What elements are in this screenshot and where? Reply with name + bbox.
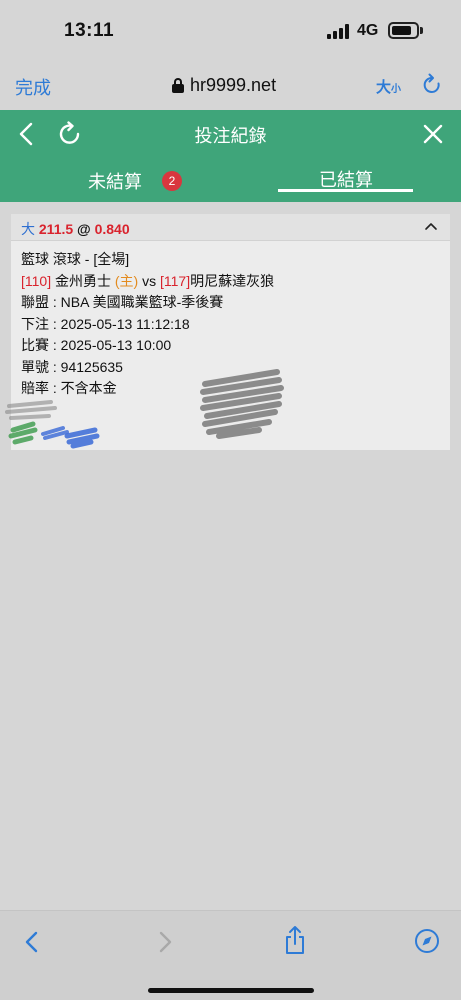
vs-text: vs [142, 272, 157, 289]
home-code: [110] [21, 272, 52, 289]
bet-line: 211.5 [38, 221, 74, 237]
bet-record-card: 大 211.5 @ 0.840 籃球 滾球 - [全場] [110] 金州勇士 … [5, 214, 450, 450]
league-row: 聯盟 : NBA 美國職業籃球-季後賽 [21, 292, 441, 314]
tab-unsettled[interactable]: 未結算 2 [40, 158, 220, 202]
status-bar: 13:11 4G [0, 0, 461, 62]
url-field[interactable]: hr9999.net [172, 73, 276, 97]
text-size-big: 大 [376, 79, 392, 96]
bet-time-row: 下注 : 2025-05-13 11:12:18 [21, 314, 441, 336]
sport-row: 籃球 滾球 - [全場] [21, 251, 130, 267]
page-title: 投注紀錄 [194, 126, 267, 146]
match-time-label: 比賽 : [21, 337, 61, 353]
close-icon[interactable] [420, 120, 446, 148]
text-size-small: 小 [391, 84, 402, 95]
status-time: 13:11 [64, 20, 115, 41]
at-symbol: @ [77, 221, 91, 237]
away-code: [117] [160, 272, 191, 289]
away-team: 明尼蘇達灰狼 [190, 272, 275, 289]
text-size-button[interactable]: 大小 [376, 76, 401, 97]
nav-back-icon[interactable] [22, 929, 42, 955]
share-icon[interactable] [283, 925, 307, 955]
active-tab-indicator [278, 189, 413, 192]
bet-summary: 大 211.5 @ 0.840 [21, 219, 130, 239]
ticket-label: 單號 : [21, 358, 61, 375]
bet-time-value: 2025-05-13 11:12:18 [60, 315, 190, 332]
chevron-up-icon[interactable] [424, 220, 438, 232]
battery-cap [420, 27, 423, 34]
redaction-scribble-right [200, 369, 284, 439]
network-type: 4G [357, 22, 379, 39]
unsettled-count-badge: 2 [162, 171, 182, 191]
match-time-value: 2025-05-13 10:00 [60, 337, 172, 353]
nav-forward-icon[interactable] [155, 929, 175, 955]
bet-odds: 0.840 [94, 221, 130, 237]
lock-icon [172, 77, 184, 93]
tab-settled[interactable]: 已結算 [278, 158, 413, 202]
match-time-row: 比賽 : 2025-05-13 10:00 [21, 335, 441, 357]
done-button[interactable]: 完成 [15, 74, 51, 100]
battery-icon [388, 22, 419, 39]
league-label: 聯盟 : [21, 294, 61, 310]
redaction-scribble-left [5, 400, 100, 449]
home-marker: (主) [114, 272, 139, 289]
browser-address-bar: 完成 hr9999.net 大小 [0, 62, 461, 110]
bet-time-label: 下注 : [21, 315, 61, 332]
home-indicator [148, 988, 314, 993]
browser-toolbar [0, 910, 461, 1000]
reload-icon[interactable] [421, 73, 443, 97]
compass-icon[interactable] [414, 928, 440, 954]
league-value: NBA 美國職業籃球-季後賽 [60, 294, 224, 310]
tab-unsettled-label: 未結算 [88, 172, 142, 192]
tab-bar: 未結算 2 已結算 [0, 158, 461, 202]
ticket-value: 94125635 [60, 358, 123, 375]
match-row: [110] 金州勇士 (主) vs [117]明尼蘇達灰狼 [21, 271, 441, 293]
url-text: hr9999.net [190, 74, 277, 95]
cellular-signal-icon [327, 24, 351, 39]
home-team: 金州勇士 [55, 272, 111, 289]
bet-record-header[interactable]: 大 211.5 @ 0.840 [11, 214, 450, 241]
bet-pick: 大 [21, 221, 35, 237]
app-header: 投注紀錄 [0, 110, 461, 158]
